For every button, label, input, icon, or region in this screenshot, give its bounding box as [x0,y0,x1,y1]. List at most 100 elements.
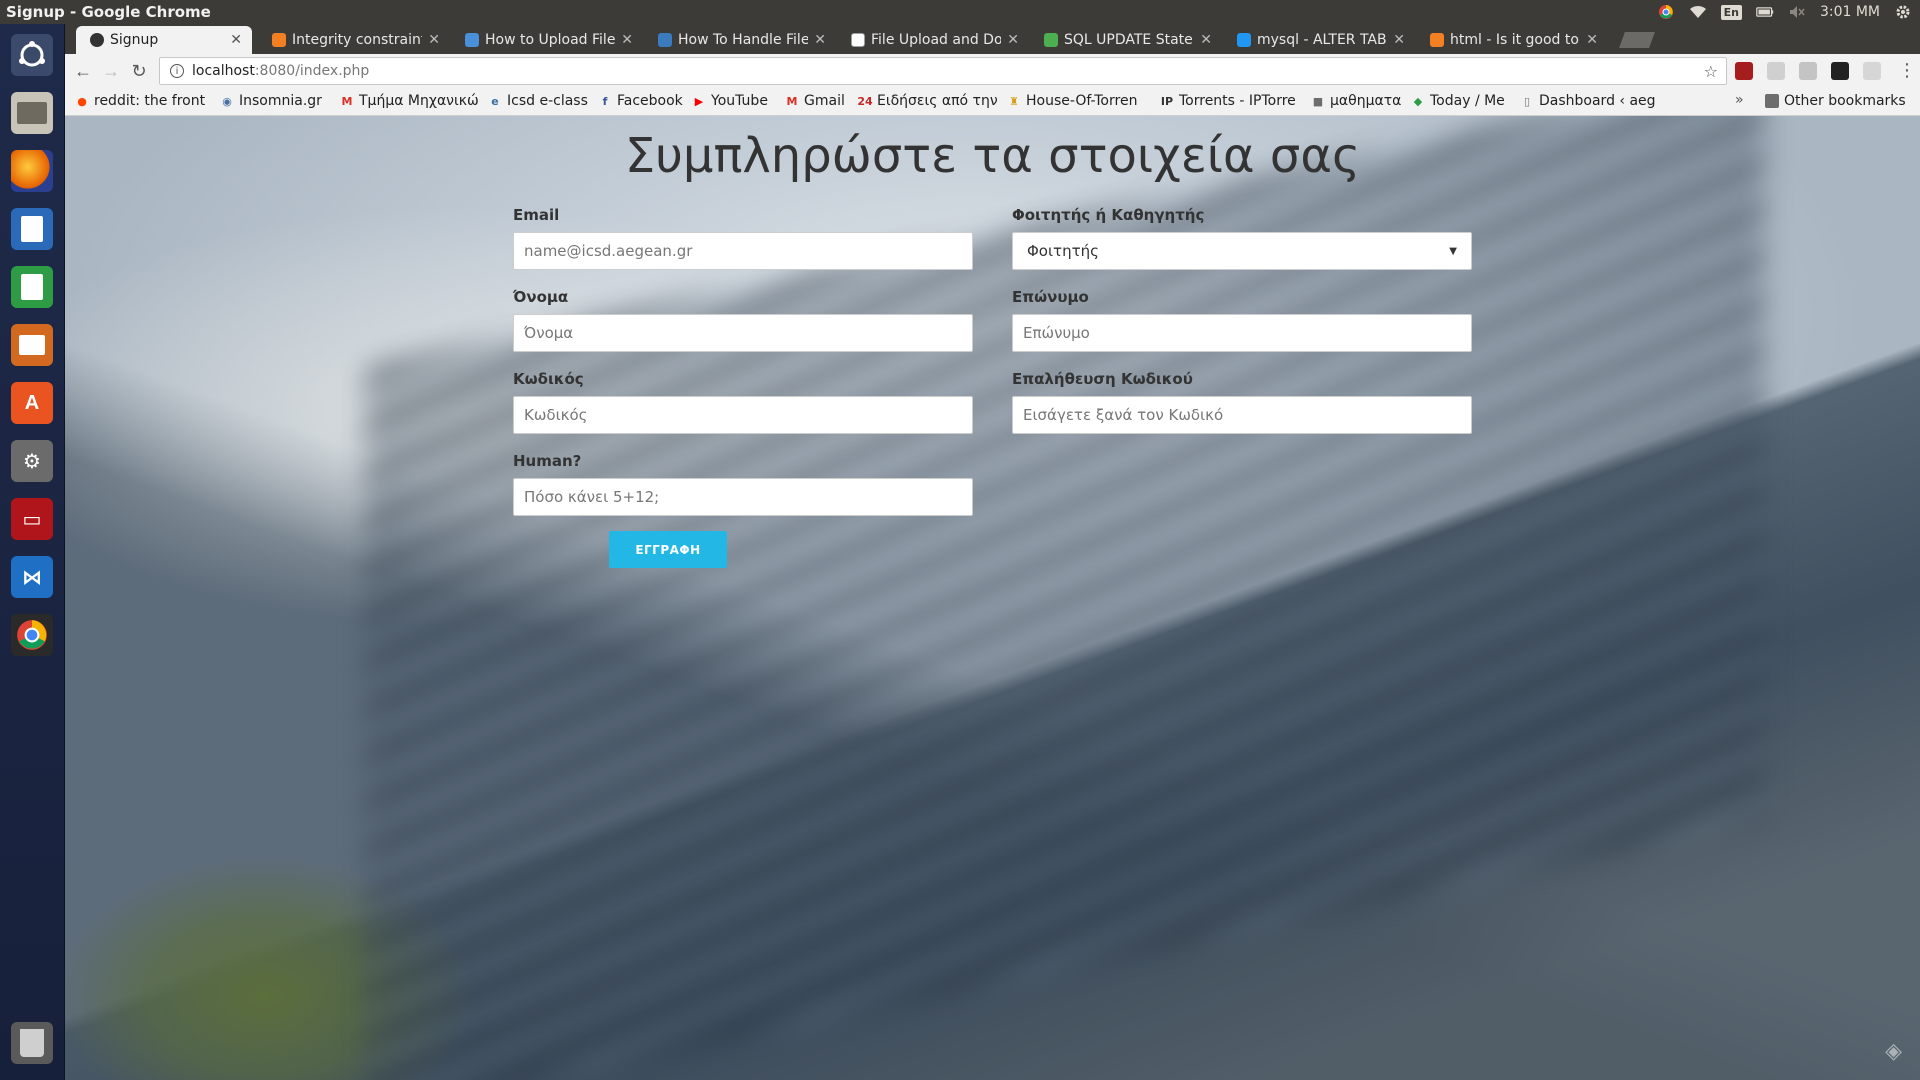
ubuntu-dash-icon[interactable] [7,30,57,80]
tab-title: How To Handle File [678,32,809,48]
bookmark-label: μαθηματα [1330,93,1402,109]
bookmark-item[interactable]: ▶ YouTube [692,93,768,109]
bookmark-item[interactable]: ♜ House-Of-Torren [1007,93,1137,109]
keyboard-language-indicator[interactable]: En [1720,4,1742,20]
info-icon[interactable]: i [170,64,184,78]
chrome-menu-icon[interactable]: ⋮ [1898,60,1916,81]
page-title: Συμπληρώστε τα στοιχεία σας [624,128,1361,184]
tab-handle-file[interactable]: How To Handle File ✕ [644,26,836,54]
impress-icon[interactable] [7,320,57,370]
tab-upload-file[interactable]: How to Upload File ✕ [451,26,643,54]
tab-integrity-constraint[interactable]: Integrity constraint ✕ [258,26,450,54]
stackoverflow-favicon [272,33,286,47]
browser-chrome: Signup ✕ Integrity constraint ✕ How to U… [65,24,1920,116]
bookmark-item[interactable]: ◉ Insomnia.gr [220,93,322,109]
address-bar[interactable]: i localhost:8080/index.php ☆ [159,57,1727,85]
captcha-field[interactable] [513,478,973,516]
bookmark-item[interactable]: M Gmail [785,93,845,109]
last-name-field[interactable] [1012,314,1472,352]
extension-icon[interactable] [1799,62,1817,80]
extension-icon[interactable] [1767,62,1785,80]
system-top-bar: Signup - Google Chrome En 3:01 ΜΜ [0,0,1920,24]
gmail-icon: M [786,94,798,108]
chrome-tray-icon[interactable] [1657,4,1675,20]
unity-launcher: A ⚙ ▭ ⋈ [0,24,65,1080]
battery-icon[interactable] [1756,4,1774,20]
volume-muted-icon[interactable] [1788,4,1806,20]
human-label: Human? [513,452,582,470]
bookmark-item[interactable]: ■ μαθηματα [1311,93,1402,109]
writer-icon[interactable] [7,204,57,254]
first-name-label: Όνομα [513,288,569,306]
system-settings-icon[interactable]: ⚙ [7,436,57,486]
tab-signup[interactable]: Signup ✕ [76,26,252,54]
tab-title: mysql - ALTER TABL [1257,32,1388,48]
forward-icon[interactable]: → [97,57,125,85]
today-icon: ◆ [1413,94,1423,108]
tab-sql-update[interactable]: SQL UPDATE Stater ✕ [1030,26,1222,54]
torrent-icon: ♜ [1009,94,1019,108]
tab-html-good[interactable]: html - Is it good to ✕ [1416,26,1608,54]
incognito-extension-icon[interactable] [1831,62,1849,80]
toolbar: ← → ↻ i localhost:8080/index.php ☆ ⋮ [65,54,1920,88]
close-tab-icon[interactable]: ✕ [1200,32,1212,48]
close-tab-icon[interactable]: ✕ [621,32,633,48]
signup-button[interactable]: ΕΓΓΡΑΦΗ [609,531,727,568]
bookmark-item[interactable]: 24 Ειδήσεις από την [858,93,998,109]
password-label: Κωδικός [513,370,584,388]
password-field[interactable] [513,396,973,434]
files-icon[interactable] [7,88,57,138]
page-favicon [1237,33,1251,47]
close-tab-icon[interactable]: ✕ [1393,32,1405,48]
close-tab-icon[interactable]: ✕ [1007,32,1019,48]
vscode-icon[interactable]: ⋈ [7,552,57,602]
trash-icon[interactable] [7,1018,57,1068]
confirm-password-field[interactable] [1012,396,1472,434]
tab-title: SQL UPDATE Stater [1064,32,1195,48]
new-tab-button[interactable] [1619,32,1655,48]
w3schools-favicon [1044,33,1058,47]
insomnia-icon: ◉ [222,94,232,108]
other-bookmarks[interactable]: Other bookmarks [1765,93,1906,109]
tab-file-upload-download[interactable]: File Upload and Do ✕ [837,26,1029,54]
bookmark-star-icon[interactable]: ☆ [1704,62,1718,81]
clock[interactable]: 3:01 ΜΜ [1820,4,1880,20]
document-favicon [851,33,865,47]
back-icon[interactable]: ← [69,57,97,85]
close-tab-icon[interactable]: ✕ [428,32,440,48]
role-select[interactable]: Φοιτητής ▼ [1012,232,1472,270]
software-center-icon[interactable]: A [7,378,57,428]
close-tab-icon[interactable]: ✕ [1586,32,1598,48]
facebook-icon: f [602,94,608,108]
bookmarks-bar: » Other bookmarks ● reddit: the front ◉ Ins… [65,88,1920,116]
folder-icon [1765,94,1779,108]
close-tab-icon[interactable]: ✕ [814,32,826,48]
ublock-extension-icon[interactable] [1735,62,1753,80]
first-name-field[interactable] [513,314,973,352]
news-icon: 24 [858,94,873,108]
firefox-icon[interactable] [7,146,57,196]
more-bookmarks-icon[interactable]: » [1735,92,1744,108]
bookmark-item[interactable]: f Facebook [598,93,683,109]
tab-title: html - Is it good to [1450,32,1579,48]
tab-mysql-alter[interactable]: mysql - ALTER TABL ✕ [1223,26,1415,54]
reddit-icon: ● [77,94,87,108]
bookmark-label: Icsd e-class [507,93,588,109]
reload-icon[interactable]: ↻ [125,57,153,85]
wifi-icon[interactable] [1689,4,1707,20]
rss-extension-icon[interactable] [1863,62,1881,80]
bookmark-item[interactable]: e Icsd e-class [488,93,588,109]
bookmark-item[interactable]: M Τμήμα Μηχανικώ [340,93,479,109]
close-tab-icon[interactable]: ✕ [230,32,242,48]
bookmark-item[interactable]: IP Torrents - IPTorre [1160,93,1296,109]
bookmark-label: YouTube [711,93,768,109]
bookmark-item[interactable]: ● reddit: the front [75,93,205,109]
bookmark-item[interactable]: ▯ Dashboard ‹ aeg [1520,93,1656,109]
calc-icon[interactable] [7,262,57,312]
bookmark-item[interactable]: ◆ Today / Me [1411,93,1505,109]
chrome-launcher-icon[interactable] [7,610,57,660]
bookmark-label: Τμήμα Μηχανικώ [359,93,479,109]
settings-gear-icon[interactable] [1894,4,1912,20]
email-field[interactable] [513,232,973,270]
terminal-app-icon[interactable]: ▭ [7,494,57,544]
